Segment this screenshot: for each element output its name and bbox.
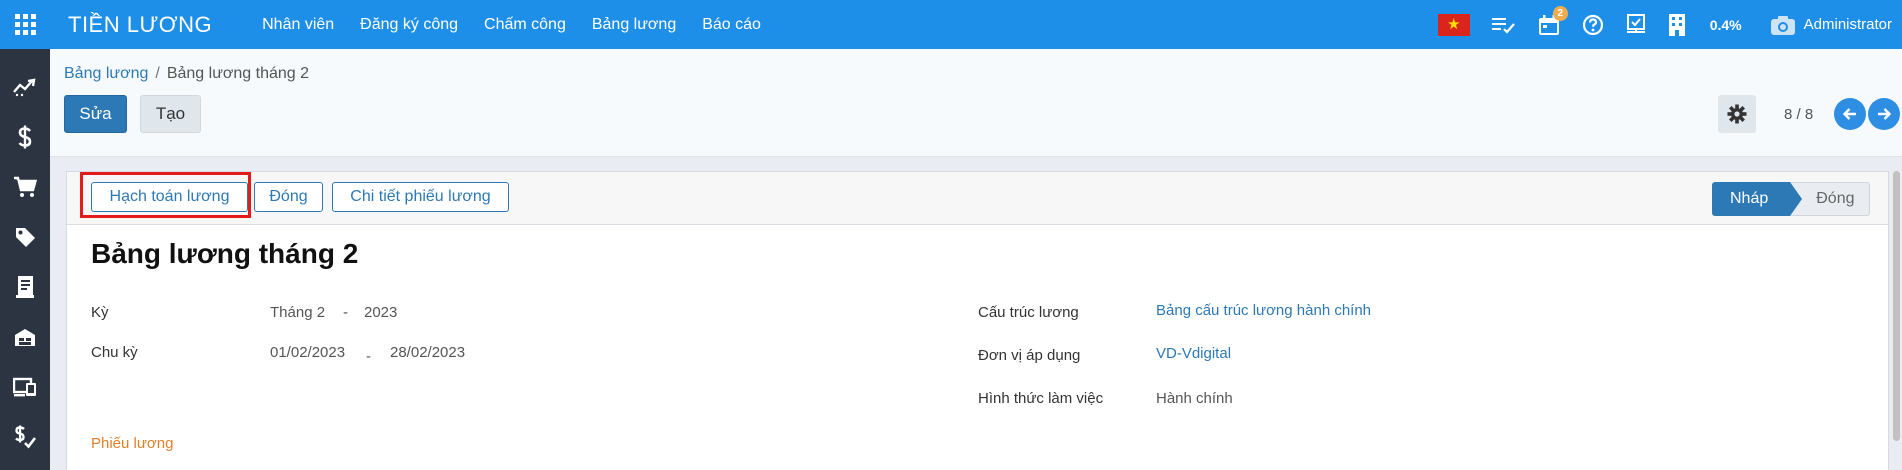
cycle-to-field[interactable]: 28/02/2023 <box>390 344 465 361</box>
applied-unit-link[interactable]: VD-Vdigital <box>1156 345 1231 362</box>
user-name: Administrator <box>1803 16 1892 33</box>
pager-previous-button[interactable] <box>1834 98 1866 130</box>
menu-item-timekeeping[interactable]: Chấm công <box>484 16 566 34</box>
payroll-accounting-button[interactable]: Hạch toán lương <box>91 182 248 212</box>
language-flag-icon[interactable]: ★ <box>1437 13 1470 36</box>
sidebar-tag-icon[interactable] <box>0 212 50 262</box>
period-year-field[interactable]: 2023 <box>364 304 397 321</box>
edit-button[interactable]: Sửa <box>64 95 127 133</box>
apps-menu-icon[interactable] <box>0 0 50 49</box>
breadcrumb-parent-link[interactable]: Bảng lương <box>64 65 148 82</box>
applied-unit-label: Đơn vị áp dụng <box>978 347 1081 364</box>
notification-badge: 2 <box>1552 5 1568 21</box>
record-title: Bảng lương tháng 2 <box>91 238 359 269</box>
app-brand[interactable]: TIỀN LƯƠNG <box>68 12 212 38</box>
calendar-icon[interactable]: 2 <box>1538 5 1568 36</box>
sidebar-stock-icon[interactable] <box>0 312 50 362</box>
stage-draft[interactable]: Nháp <box>1712 182 1803 216</box>
systray: ★ 2 0.4% Administrator <box>1416 0 1892 49</box>
sidebar-payment-icon[interactable] <box>0 412 50 462</box>
control-panel: Bảng lương / Bảng lương tháng 2 Sửa Tạo 8 … <box>50 49 1902 157</box>
sidebar-dollar-icon[interactable] <box>0 112 50 162</box>
left-sidebar <box>0 49 50 470</box>
work-form-value: Hành chính <box>1156 390 1233 407</box>
cycle-from-field[interactable]: 01/02/2023 <box>270 344 345 361</box>
sidebar-receipt-icon[interactable] <box>0 262 50 312</box>
menu-item-payroll[interactable]: Bảng lương <box>592 16 676 34</box>
payroll-form-sheet: Hạch toán lương Đóng Chi tiết phiếu lươn… <box>66 171 1889 470</box>
menu-item-reports[interactable]: Báo cáo <box>702 16 761 34</box>
page-scrollbar[interactable] <box>1893 171 1900 441</box>
sidebar-devices-icon[interactable] <box>0 362 50 412</box>
timesheet-check-icon[interactable] <box>1626 13 1646 36</box>
breadcrumb-current: Bảng lương tháng 2 <box>166 65 310 82</box>
company-building-icon[interactable] <box>1668 13 1686 37</box>
period-month-field[interactable]: Tháng 2 <box>270 304 325 321</box>
help-icon[interactable] <box>1582 14 1604 36</box>
create-button[interactable]: Tạo <box>140 95 201 133</box>
status-stages: Nháp Đóng <box>1712 182 1870 216</box>
arrow-left-icon <box>1842 108 1856 120</box>
menu-item-employees[interactable]: Nhân viên <box>262 16 334 34</box>
main-menu: Nhân viên Đăng ký công Chấm công Bảng lư… <box>262 16 787 34</box>
salary-structure-label: Cấu trúc lương <box>978 304 1079 321</box>
cycle-dash: - <box>366 348 371 365</box>
work-form-label: Hình thức làm việc <box>978 390 1104 407</box>
arrow-right-icon <box>1878 108 1892 120</box>
pager-next-button[interactable] <box>1868 98 1900 130</box>
cycle-label: Chu kỳ <box>91 344 138 361</box>
user-avatar-icon <box>1770 15 1795 35</box>
menu-item-attendance-registration[interactable]: Đăng ký công <box>360 16 458 34</box>
salary-structure-link[interactable]: Bảng cấu trúc lương hành chính <box>1156 302 1371 319</box>
form-statusbar: Hạch toán lương Đóng Chi tiết phiếu lươn… <box>67 172 1888 225</box>
sidebar-trend-icon[interactable] <box>0 62 50 112</box>
activity-list-icon[interactable] <box>1491 15 1516 35</box>
top-navbar: TIỀN LƯƠNG Nhân viên Đăng ký công Chấm c… <box>0 0 1902 49</box>
pager-value[interactable]: 8 / 8 <box>1784 106 1813 123</box>
period-label: Kỳ <box>91 304 109 321</box>
breadcrumb-separator: / <box>155 65 160 82</box>
usage-percent: 0.4% <box>1709 16 1742 33</box>
period-dash: - <box>343 304 348 321</box>
settings-gear-icon[interactable] <box>1718 95 1756 133</box>
close-payroll-button[interactable]: Đóng <box>254 182 323 212</box>
sidebar-cart-icon[interactable] <box>0 162 50 212</box>
breadcrumb: Bảng lương / Bảng lương tháng 2 <box>64 65 309 83</box>
user-menu[interactable]: Administrator <box>1770 14 1892 36</box>
payslip-detail-button[interactable]: Chi tiết phiếu lương <box>332 182 509 212</box>
payslip-section-tab[interactable]: Phiếu lương <box>91 435 173 452</box>
